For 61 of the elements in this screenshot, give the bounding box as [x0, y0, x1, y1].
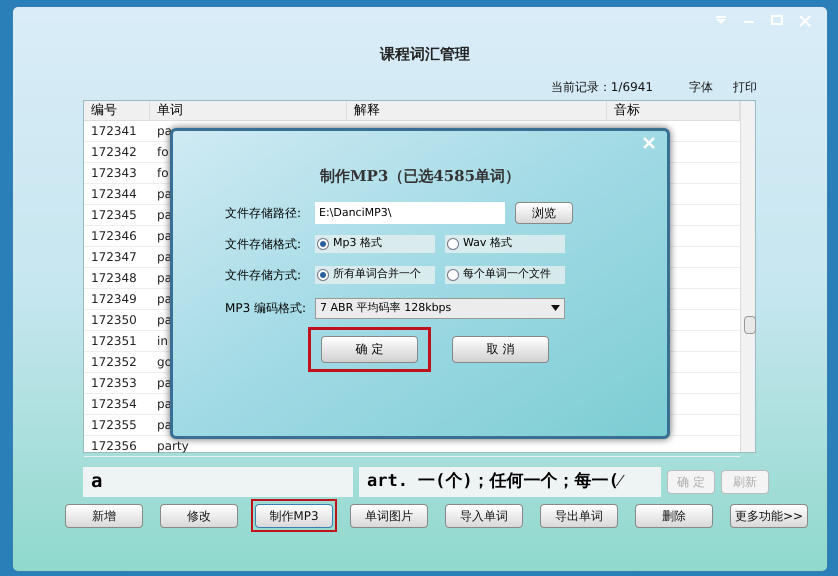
table-cell-text: 172351: [91, 333, 137, 350]
table-cell-text: 172343: [91, 165, 137, 182]
table-cell-text: 172355: [91, 417, 137, 434]
caret-icon: [551, 305, 560, 311]
radio-option[interactable]: 每个单词一个文件: [445, 266, 565, 284]
table-cell-text: 172342: [91, 144, 137, 161]
column-header[interactable]: 编号: [84, 100, 150, 120]
window-title: 课程词汇管理: [380, 44, 470, 65]
table-cell-text: 172352: [91, 354, 137, 371]
toolbar-button[interactable]: 导入单词: [445, 504, 523, 528]
dropdown-icon[interactable]: [715, 15, 727, 25]
path-label: 文件存储路径:: [225, 204, 302, 222]
radio-option[interactable]: Mp3 格式: [315, 234, 435, 252]
dialog-button[interactable]: 取 消: [452, 336, 549, 362]
radio-group-label: 文件存储格式:: [225, 236, 302, 252]
encoding-dropdown[interactable]: 7 ABR 平均码率 128kbps: [315, 298, 565, 318]
path-field[interactable]: E:\DanciMP3\: [315, 202, 505, 224]
radio-option[interactable]: Wav 格式: [445, 234, 565, 252]
table-cell-text: 172345: [91, 207, 137, 224]
radio-button[interactable]: [447, 268, 459, 280]
toolbar-button[interactable]: 导出单词: [540, 504, 618, 528]
table-cell-text: 172353: [91, 375, 137, 392]
table-cell-text: 172347: [91, 249, 137, 266]
table-cell-text: 172348: [91, 270, 137, 287]
menu-item[interactable]: 打印: [733, 78, 757, 96]
browse-button[interactable]: 浏览: [515, 202, 573, 224]
table-cell-text: 172346: [91, 228, 137, 245]
radio-button[interactable]: [447, 238, 459, 250]
column-header[interactable]: 单词: [150, 100, 347, 120]
toolbar-button[interactable]: 单词图片: [350, 504, 428, 528]
table-cell-text: 172349: [91, 291, 137, 308]
encoding-label: MP3 编码格式:: [225, 300, 308, 317]
column-header[interactable]: 解释: [347, 100, 607, 120]
table-cell-text: 172341: [91, 123, 137, 140]
meaning-field[interactable]: art. 一(个)；任何一个；每一(⁄: [359, 466, 661, 496]
radio-button[interactable]: [317, 238, 329, 250]
close-icon[interactable]: [643, 137, 655, 149]
radio-group-label: 文件存储方式:: [225, 266, 302, 284]
dialog-title: 制作MP3（已选4585单词）: [320, 166, 520, 187]
table-cell-text: in: [157, 333, 168, 350]
table-cell-text: fo: [157, 165, 169, 182]
toolbar-button[interactable]: 更多功能>>: [730, 504, 808, 528]
radio-option[interactable]: 所有单词合并一个: [315, 266, 435, 284]
table-cell-text: 172350: [91, 312, 137, 329]
maximize-icon[interactable]: [771, 15, 783, 25]
table-cell-text: 172344: [91, 186, 137, 203]
table-cell-text: fo: [157, 144, 169, 161]
dialog-button[interactable]: 确 定: [321, 336, 418, 362]
toolbar-button[interactable]: 制作MP3: [255, 504, 333, 528]
close-icon[interactable]: [799, 15, 811, 27]
toolbar-button[interactable]: 新增: [65, 504, 143, 528]
table-cell-text: party: [157, 438, 189, 455]
toolbar-button[interactable]: 删除: [635, 504, 713, 528]
word-field[interactable]: a: [83, 466, 353, 496]
scrollbar[interactable]: [740, 100, 755, 452]
record-counter: 当前记录：1/6941: [550, 78, 653, 96]
radio-button[interactable]: [317, 268, 329, 280]
table-cell-text: 172356: [91, 438, 137, 455]
table-cell-text: 172354: [91, 396, 137, 413]
menu-item[interactable]: 字体: [689, 78, 713, 96]
toolbar-button[interactable]: 修改: [160, 504, 238, 528]
